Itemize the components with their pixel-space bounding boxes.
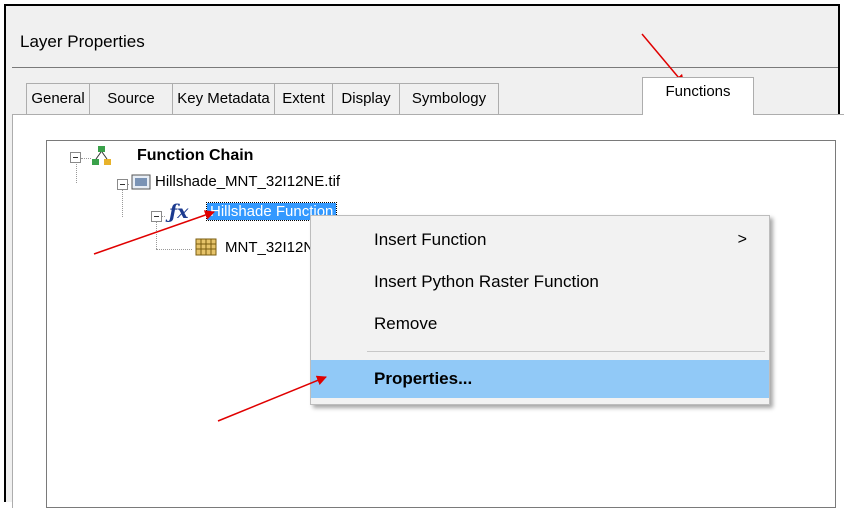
menu-item-insert-python-raster-function[interactable]: Insert Python Raster Function — [311, 263, 769, 301]
tree-connector — [81, 158, 91, 159]
tab-display[interactable]: Display — [332, 83, 400, 114]
tree-connector — [156, 221, 157, 249]
function-chain-icon — [92, 146, 111, 165]
tree-connector — [122, 189, 123, 217]
tab-symbology[interactable]: Symbology — [399, 83, 499, 114]
menu-item-label: Insert Python Raster Function — [374, 272, 599, 291]
dialog-title: Layer Properties — [20, 32, 145, 51]
tab-functions[interactable]: Functions — [642, 77, 754, 115]
tab-general[interactable]: General — [26, 83, 90, 114]
submenu-arrow-icon: > — [737, 231, 747, 248]
collapse-toggle[interactable] — [117, 179, 128, 190]
tree-connector — [156, 249, 192, 250]
menu-item-label: Remove — [374, 314, 438, 333]
menu-divider — [367, 351, 765, 352]
tab-extent[interactable]: Extent — [274, 83, 333, 114]
raster-grid-icon — [195, 238, 217, 256]
menu-item-remove[interactable]: Remove — [311, 305, 769, 343]
menu-item-label: Insert Function — [374, 230, 487, 249]
context-menu: Insert Function > Insert Python Raster F… — [310, 215, 770, 405]
tab-source[interactable]: Source — [89, 83, 173, 114]
collapse-toggle[interactable] — [151, 211, 162, 222]
menu-item-label: Properties... — [374, 369, 473, 388]
title-divider — [12, 67, 838, 68]
tree-label: Hillshade_MNT_32I12NE.tif — [155, 173, 341, 190]
raster-image-icon — [131, 174, 151, 190]
function-icon: ƒx — [169, 201, 189, 223]
menu-item-insert-function[interactable]: Insert Function > — [311, 221, 769, 259]
tree-connector — [76, 164, 77, 183]
tab-key-metadata[interactable]: Key Metadata — [172, 83, 275, 114]
tree-label: Function Chain — [137, 147, 254, 164]
menu-item-properties[interactable]: Properties... — [311, 360, 769, 398]
collapse-toggle[interactable] — [70, 152, 81, 163]
